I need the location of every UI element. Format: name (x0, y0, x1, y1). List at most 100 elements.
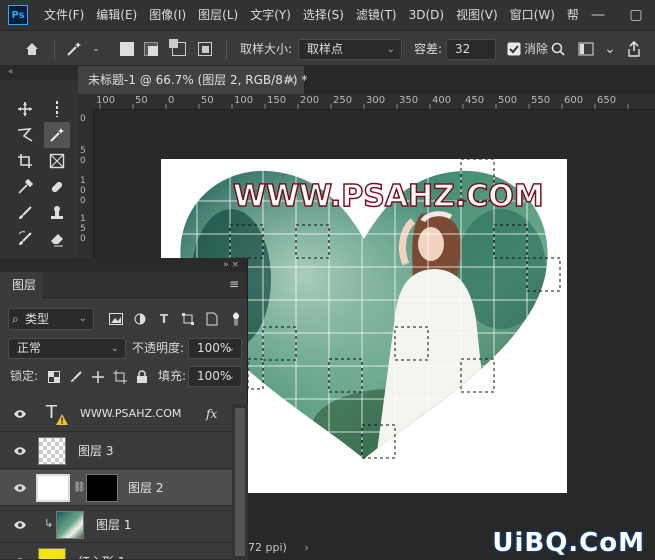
layer-filter-select[interactable]: ⌕ 类型 ⌄ (8, 308, 94, 330)
history-brush-tool-icon[interactable] (12, 226, 38, 252)
magic-wand-tool-icon[interactable] (44, 122, 70, 148)
menu-layer[interactable]: 图层(L) (192, 0, 244, 30)
layer-name: 图层 2 (128, 481, 164, 495)
checkbox-checked-icon[interactable] (504, 39, 524, 59)
fill-input[interactable]: 100% ⌄ (188, 366, 242, 387)
menu-type[interactable]: 文字(Y) (244, 0, 297, 30)
ruler-tick-label: 5 (80, 146, 86, 156)
lock-label: 锁定: (10, 369, 39, 383)
lock-all-icon[interactable] (134, 369, 150, 385)
workspace-icon[interactable] (576, 39, 596, 59)
layer-row-heart[interactable]: 红心形 1 (0, 544, 232, 560)
magic-wand-tool-icon[interactable] (64, 39, 84, 59)
ruler-tick-label: 100 (96, 95, 116, 106)
chevron-down-icon: ⌄ (386, 44, 395, 55)
brush-tool-icon[interactable] (12, 200, 38, 226)
menu-view[interactable]: 视图(V) (450, 0, 504, 30)
eraser-tool-icon[interactable] (44, 226, 70, 252)
lock-position-icon[interactable] (90, 369, 106, 385)
divider (226, 39, 227, 59)
tolerance-input[interactable]: 32 (446, 39, 496, 60)
ruler-tick-label: 0 (80, 196, 86, 206)
stamp-tool-icon[interactable] (44, 200, 70, 226)
ruler-tick-label: 200 (300, 95, 320, 106)
eye-icon[interactable] (12, 518, 28, 532)
panel-menu-icon[interactable]: ≡ (229, 277, 239, 291)
ruler-tick-label: 600 (564, 95, 584, 106)
chain-link-icon[interactable]: ⛓ (73, 482, 86, 493)
panel-collapse-icon[interactable]: » × (0, 258, 247, 272)
ruler-tick-label: 500 (498, 95, 518, 106)
shape-filter-icon[interactable] (180, 311, 196, 327)
ruler-tick-label: 0 (80, 156, 86, 166)
lasso-tool-icon[interactable] (12, 122, 38, 148)
warning-icon (56, 414, 68, 428)
smart-object-filter-icon[interactable] (204, 311, 220, 327)
layer-name: 红心形 1 (78, 544, 125, 559)
menu-file[interactable]: 文件(F) (38, 0, 90, 30)
site-watermark: UiBQ.CoM (492, 528, 645, 558)
pixel-filter-icon[interactable] (108, 311, 124, 327)
healing-brush-tool-icon[interactable] (44, 174, 70, 200)
eye-icon[interactable] (12, 481, 28, 495)
status-bar: 72 ppi) › (248, 538, 309, 558)
lock-artboard-icon[interactable] (112, 369, 128, 385)
menu-3d[interactable]: 3D(D) (403, 0, 450, 30)
divider (54, 39, 55, 59)
maximize-button[interactable]: ▢ (618, 0, 654, 30)
eye-icon[interactable] (12, 555, 28, 559)
marquee-tool-icon[interactable] (44, 96, 70, 122)
layer-name: WWW.PSAHZ.COM (80, 407, 182, 420)
eye-icon[interactable] (12, 444, 28, 458)
ruler-tick-label: 550 (531, 95, 551, 106)
chevron-down-icon: ⌄ (110, 343, 119, 354)
menu-filter[interactable]: 滤镜(T) (350, 0, 403, 30)
search-icon[interactable] (548, 39, 568, 59)
adjustment-filter-icon[interactable] (132, 311, 148, 327)
layers-panel: » × 图层 ≡ ⌕ 类型 ⌄ T 正常 ⌄ 不透明度: 100% ⌄ 锁定: … (0, 258, 248, 560)
lock-pixels-icon[interactable] (68, 369, 84, 385)
blend-mode-select[interactable]: 正常 ⌄ (8, 338, 126, 359)
layers-tab[interactable]: 图层 (0, 272, 42, 298)
eyedropper-tool-icon[interactable] (12, 174, 38, 200)
share-icon[interactable] (624, 39, 644, 59)
options-bar: ⌄ 取样大小: 取样点 ⌄ 容差: 32 消除 ⌄ (0, 30, 655, 66)
opacity-input[interactable]: 100% ⌄ (188, 338, 242, 359)
menu-image[interactable]: 图像(I) (143, 0, 192, 30)
document-tab[interactable]: 未标题-1 @ 66.7% (图层 2, RGB/8#) * × (78, 66, 307, 94)
frame-tool-icon[interactable] (44, 148, 70, 174)
layers-scrollbar-thumb[interactable] (235, 408, 245, 556)
menu-select[interactable]: 选择(S) (297, 0, 350, 30)
filter-toggle-icon[interactable] (228, 311, 244, 327)
move-tool-icon[interactable] (12, 96, 38, 122)
lock-transparent-icon[interactable] (46, 369, 62, 385)
menu-window[interactable]: 窗口(W) (504, 0, 561, 30)
layer-row-1[interactable]: ↳ 图层 1 (0, 507, 232, 543)
crop-tool-icon[interactable] (12, 148, 38, 174)
chevron-down-icon[interactable]: ⌄ (600, 39, 620, 59)
minimize-button[interactable]: — (580, 0, 616, 30)
intersect-selection-icon[interactable] (198, 42, 212, 56)
chevron-down-icon[interactable]: ⌄ (86, 39, 106, 59)
eye-icon[interactable] (12, 407, 28, 421)
collapse-icon[interactable]: « (0, 66, 78, 80)
sample-size-select[interactable]: 取样点 ⌄ (298, 39, 402, 60)
subtract-selection-icon[interactable] (169, 39, 186, 56)
chevron-right-icon[interactable]: › (304, 541, 308, 554)
opacity-label: 不透明度: (132, 341, 185, 355)
layer-thumbnail (38, 437, 66, 465)
layer-row-text[interactable]: T WWW.PSAHZ.COM fx (0, 396, 232, 432)
layer-row-3[interactable]: 图层 3 (0, 433, 232, 469)
type-filter-icon[interactable]: T (156, 311, 172, 327)
layers-panel-header: 图层 ≡ (0, 272, 247, 298)
new-selection-icon[interactable] (120, 42, 134, 56)
chevron-down-icon: ⌄ (226, 343, 235, 354)
ruler-tick-label: 50 (135, 95, 148, 106)
menu-edit[interactable]: 编辑(E) (90, 0, 143, 30)
close-icon[interactable]: × (286, 66, 296, 94)
antialias-label: 消除 (524, 42, 549, 56)
fx-icon[interactable]: fx (206, 396, 217, 432)
home-icon[interactable] (22, 39, 42, 59)
add-selection-icon[interactable] (144, 42, 158, 56)
layer-row-2[interactable]: ⛓ 图层 2 (0, 470, 232, 506)
